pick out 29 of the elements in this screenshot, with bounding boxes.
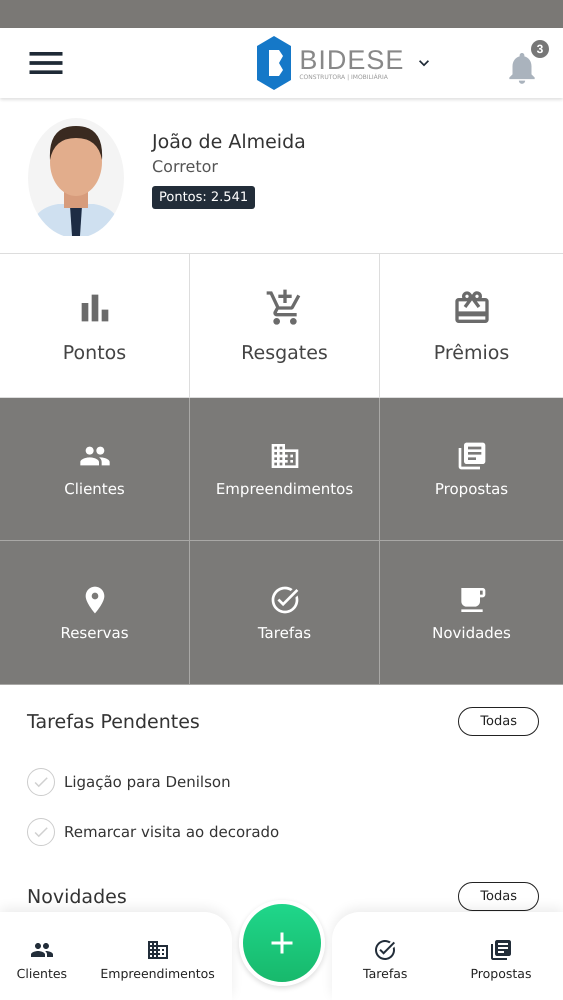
logo-icon <box>257 36 292 90</box>
nav-item[interactable]: Clientes <box>16 938 68 980</box>
nav-item[interactable]: Tarefas <box>363 938 408 980</box>
menu-tile[interactable]: Resgates <box>190 254 380 398</box>
nav-item[interactable]: Empreendimentos <box>100 938 215 980</box>
view-all-button[interactable]: Todas <box>458 707 539 736</box>
user-role: Corretor <box>152 156 219 176</box>
section-title: Novidades <box>27 886 127 908</box>
document-list-icon <box>488 938 513 962</box>
notifications-button[interactable]: 3 <box>502 40 549 86</box>
document-list-icon <box>456 440 488 472</box>
menu-tile[interactable]: Tarefas <box>190 541 380 685</box>
notification-count: 3 <box>530 40 549 58</box>
menu-tile[interactable]: Empreendimentos <box>190 398 380 541</box>
menu-tile[interactable]: Pontos <box>0 254 190 398</box>
task-text: Ligação para Denilson <box>64 773 231 791</box>
brand-name: BIDESE <box>299 46 404 74</box>
menu-tile[interactable]: Propostas <box>380 398 563 541</box>
view-all-button[interactable]: Todas <box>458 882 539 911</box>
points-badge: Pontos: 2.541 <box>152 186 256 208</box>
user-name: João de Almeida <box>152 130 306 152</box>
menu-tile[interactable]: Clientes <box>0 398 190 541</box>
task-text: Remarcar visita ao decorado <box>64 823 280 841</box>
menu-tile[interactable]: Novidades <box>380 541 563 685</box>
task-checkbox[interactable] <box>27 818 55 846</box>
task-checkbox[interactable] <box>27 768 55 796</box>
nav-item[interactable]: Propostas <box>470 938 532 980</box>
menu-tile[interactable]: Reservas <box>0 541 190 685</box>
section-title: Tarefas Pendentes <box>27 710 200 732</box>
